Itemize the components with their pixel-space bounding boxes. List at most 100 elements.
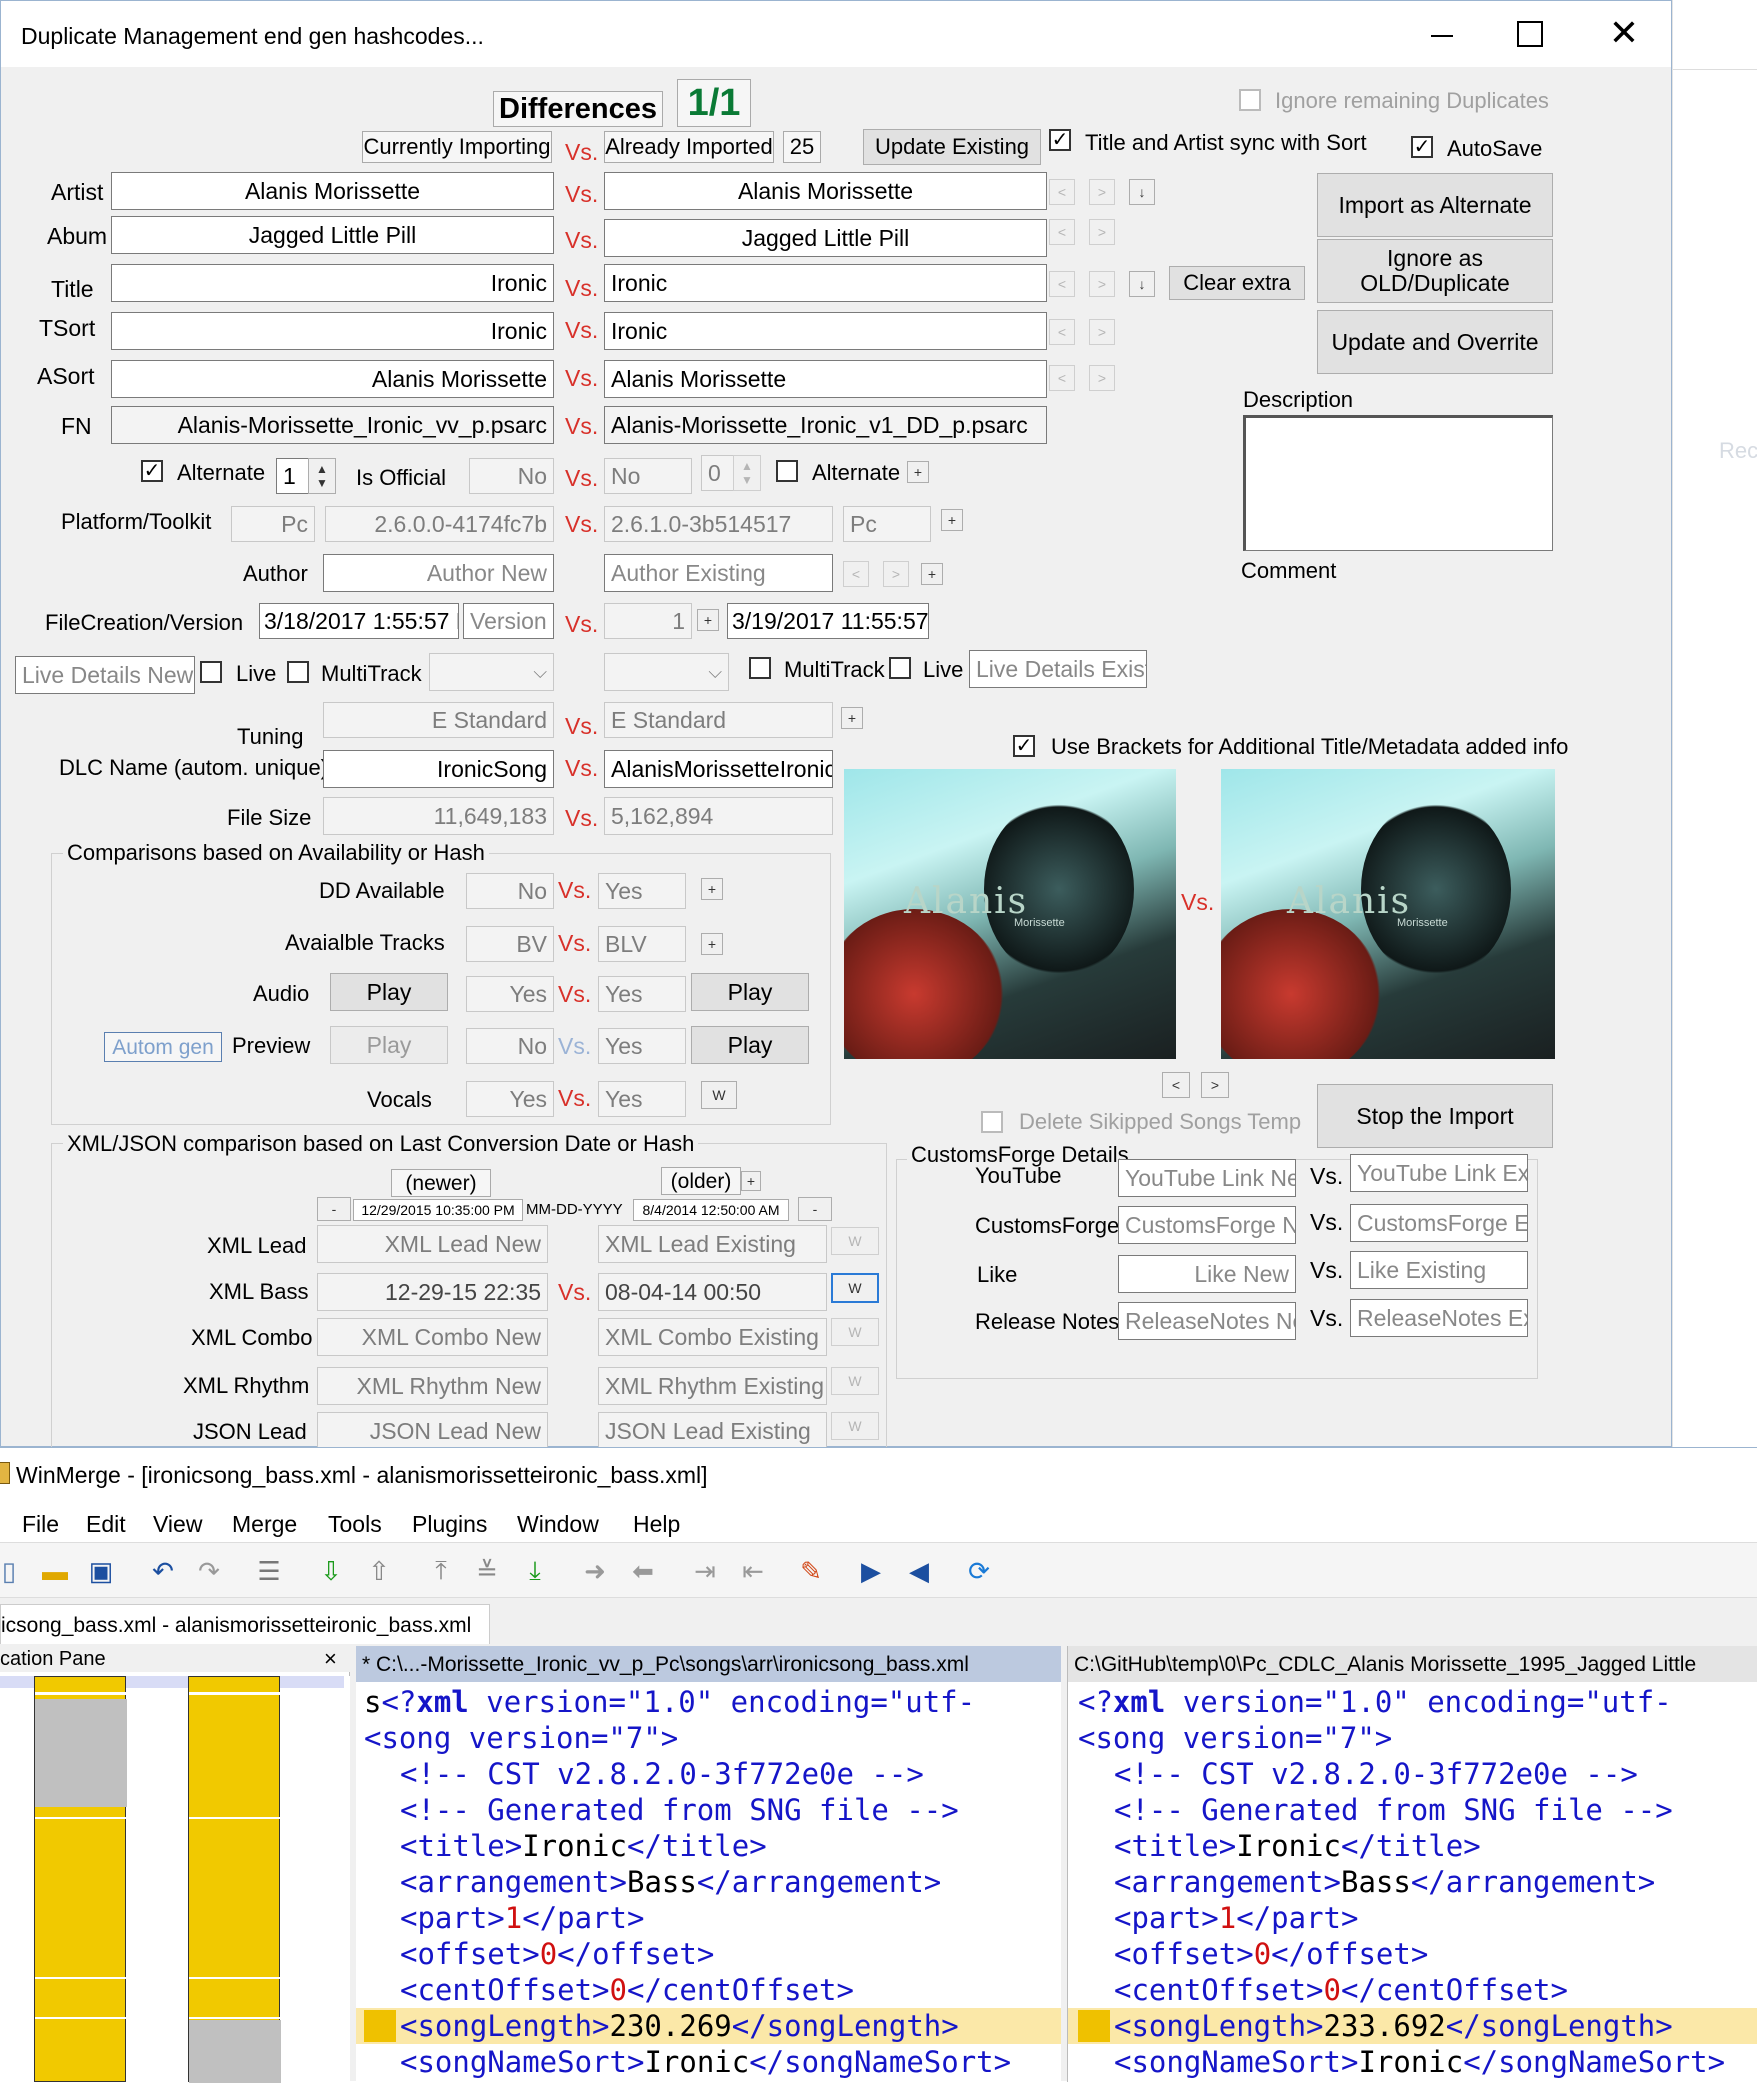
last-diff-icon[interactable]: ⤓ [518, 1554, 552, 1588]
title-existing-input[interactable]: Ironic [604, 264, 1047, 302]
artist-existing-input[interactable]: Alanis Morissette [604, 172, 1047, 210]
author-new-input[interactable]: Author New [323, 554, 554, 592]
xml-lead-w-button[interactable]: W [831, 1227, 879, 1255]
minimize-icon[interactable] [1427, 21, 1457, 51]
copy-left-advance-icon[interactable]: ⇤ [736, 1554, 770, 1588]
album-new-input[interactable]: Jagged Little Pill [111, 216, 554, 254]
copy-all-right-icon[interactable]: ▶ [854, 1554, 888, 1588]
current-diff-icon[interactable]: ≚ [470, 1554, 504, 1588]
dd-plus-button[interactable]: + [701, 878, 723, 900]
close-icon[interactable]: ✕ [1606, 13, 1642, 53]
open-folder-icon[interactable]: ▬ [38, 1554, 72, 1588]
right-compare-pane[interactable]: C:\GitHub\temp\0\Pc_CDLC_Alanis Morisset… [1067, 1646, 1757, 2082]
version-plus-button[interactable]: + [697, 609, 719, 631]
next-diff-icon[interactable]: ⇩ [314, 1554, 348, 1588]
filecreation-existing-input[interactable]: 3/19/2017 11:55:57 [727, 603, 929, 639]
new-icon[interactable]: ▯ [0, 1554, 26, 1588]
youtube-existing-input[interactable]: YouTube Link Exi [1350, 1154, 1528, 1192]
multitrack-existing-checkbox[interactable] [749, 657, 771, 679]
title-down-arrow[interactable]: ↓ [1129, 271, 1155, 297]
artist-new-input[interactable]: Alanis Morissette [111, 172, 554, 210]
multitrack-new-dropdown[interactable]: ⌵ [429, 653, 554, 691]
alternate-existing-number[interactable]: 0 [701, 455, 733, 491]
live-details-existing-input[interactable]: Live Details Existir [969, 650, 1147, 688]
filecreation-new-input[interactable]: 3/18/2017 1:55:57 P [259, 603, 459, 639]
copy-right-advance-icon[interactable]: ⇥ [688, 1554, 722, 1588]
copy-left-icon[interactable]: ⬅ [626, 1554, 660, 1588]
stop-import-button[interactable]: Stop the Import [1317, 1084, 1553, 1148]
menu-window[interactable]: Window [517, 1511, 599, 1538]
live-details-new-input[interactable]: Live Details New [15, 656, 195, 694]
menu-plugins[interactable]: Plugins [412, 1511, 487, 1538]
json-lead-w-button[interactable]: W [831, 1412, 879, 1440]
tsort-right-arrow[interactable]: > [1089, 319, 1115, 345]
import-as-alternate-button[interactable]: Import as Alternate [1317, 173, 1553, 237]
clear-extra-button[interactable]: Clear extra [1169, 266, 1305, 300]
maximize-icon[interactable] [1517, 21, 1543, 47]
asort-new-input[interactable]: Alanis Morissette [111, 360, 554, 398]
location-pane-close-icon[interactable]: × [324, 1648, 337, 1670]
release-notes-new-input[interactable]: ReleaseNotes Ne [1118, 1302, 1296, 1340]
date-minus-left-button[interactable]: - [317, 1197, 351, 1221]
xml-bass-w-button[interactable]: W [831, 1273, 879, 1303]
vocals-w-button[interactable]: W [701, 1081, 737, 1109]
alternate-new-spinner[interactable]: ▲ ▼ [308, 458, 336, 494]
youtube-new-input[interactable]: YouTube Link Ne [1118, 1159, 1296, 1197]
asort-right-arrow[interactable]: > [1089, 365, 1115, 391]
menu-file[interactable]: File [22, 1511, 59, 1538]
description-textarea[interactable] [1243, 415, 1553, 551]
customsforge-existing-input[interactable]: CustomsForge Exi [1350, 1204, 1528, 1242]
prev-diff-icon[interactable]: ⇧ [362, 1554, 396, 1588]
author-left-arrow[interactable]: < [843, 561, 869, 587]
older-plus-button[interactable]: + [741, 1171, 761, 1191]
alternate-new-checkbox[interactable]: ✓ [141, 460, 163, 482]
dlc-name-existing-input[interactable]: AlanisMorissetteIronic [604, 750, 833, 788]
multitrack-existing-dropdown[interactable]: ⌵ [604, 653, 729, 691]
asort-existing-input[interactable]: Alanis Morissette [604, 360, 1047, 398]
save-icon[interactable]: ▣ [84, 1554, 118, 1588]
autom-gen-button[interactable]: Autom gen [104, 1032, 222, 1062]
author-plus-button[interactable]: + [921, 563, 943, 585]
live-new-checkbox[interactable] [200, 661, 222, 683]
title-right-arrow[interactable]: > [1089, 271, 1115, 297]
alternate-plus-button[interactable]: + [907, 461, 929, 483]
customsforge-new-input[interactable]: CustomsForge Ne [1118, 1206, 1296, 1244]
author-right-arrow[interactable]: > [883, 561, 909, 587]
fn-new-input[interactable]: Alanis-Morissette_Ironic_vv_p.psarc [111, 406, 554, 444]
album-right-arrow[interactable]: > [1089, 219, 1115, 245]
update-and-overwrite-button[interactable]: Update and Overrite [1317, 310, 1553, 374]
edit-icon[interactable]: ✎ [794, 1554, 828, 1588]
title-new-input[interactable]: Ironic [111, 264, 554, 302]
update-existing-button[interactable]: Update Existing [863, 129, 1041, 165]
multitrack-new-checkbox[interactable] [287, 661, 309, 683]
ignore-as-old-duplicate-button[interactable]: Ignore as OLD/Duplicate [1317, 239, 1553, 303]
copy-right-icon[interactable]: ➜ [578, 1554, 612, 1588]
refresh-icon[interactable]: ⟳ [962, 1554, 996, 1588]
audio-existing-play-button[interactable]: Play [691, 973, 809, 1011]
tracks-plus-button[interactable]: + [701, 933, 723, 955]
art-next-button[interactable]: > [1201, 1072, 1229, 1098]
art-prev-button[interactable]: < [1162, 1072, 1190, 1098]
use-brackets-checkbox[interactable]: ✓ [1013, 735, 1035, 757]
preview-new-play-button[interactable]: Play [330, 1026, 448, 1064]
dlc-name-new-input[interactable]: IronicSong [323, 750, 554, 788]
xml-rhythm-w-button[interactable]: W [831, 1367, 879, 1395]
menu-view[interactable]: View [153, 1511, 202, 1538]
menu-edit[interactable]: Edit [86, 1511, 126, 1538]
menu-merge[interactable]: Merge [232, 1511, 297, 1538]
audio-new-play-button[interactable]: Play [330, 973, 448, 1011]
xml-combo-w-button[interactable]: W [831, 1318, 879, 1346]
alternate-new-number[interactable]: 1 [276, 458, 308, 494]
tsort-existing-input[interactable]: Ironic [604, 312, 1047, 350]
delete-skipped-checkbox[interactable] [981, 1111, 1003, 1133]
live-existing-checkbox[interactable] [889, 657, 911, 679]
first-diff-icon[interactable]: ⤒ [424, 1554, 458, 1588]
alternate-existing-spinner[interactable]: ▲ ▼ [733, 455, 761, 491]
author-existing-input[interactable]: Author Existing [604, 554, 833, 592]
tsort-left-arrow[interactable]: < [1049, 319, 1075, 345]
date-minus-right-button[interactable]: - [798, 1197, 832, 1221]
artist-left-arrow[interactable]: < [1049, 179, 1075, 205]
alternate-existing-checkbox[interactable] [776, 460, 798, 482]
tuning-plus-button[interactable]: + [841, 707, 863, 729]
like-existing-input[interactable]: Like Existing [1350, 1251, 1528, 1289]
